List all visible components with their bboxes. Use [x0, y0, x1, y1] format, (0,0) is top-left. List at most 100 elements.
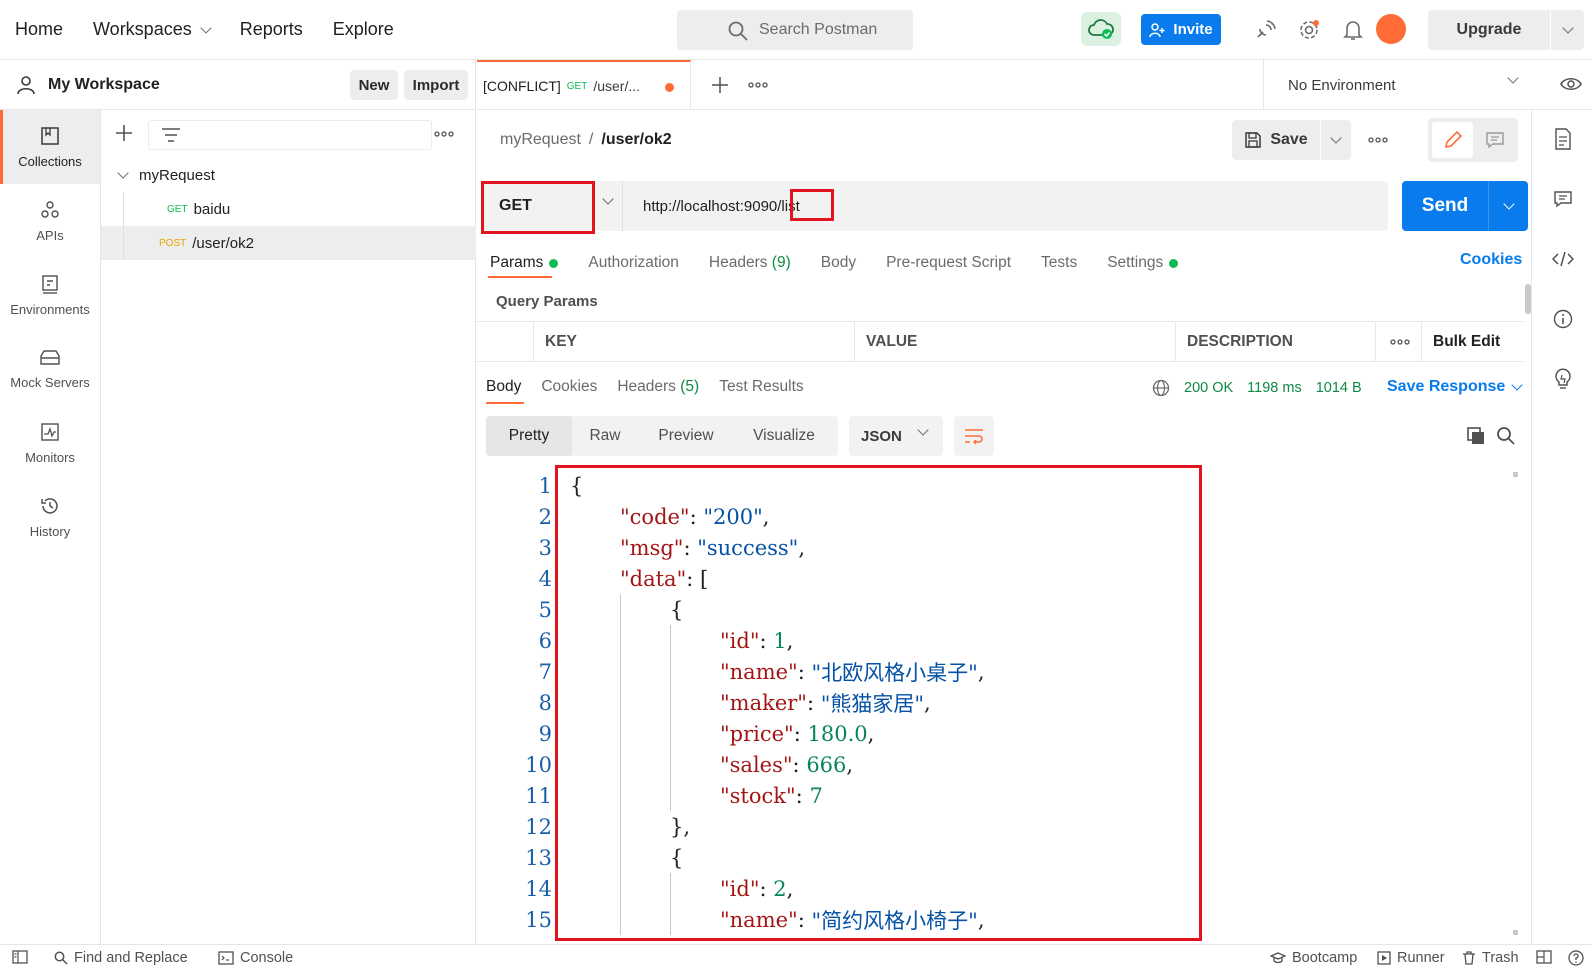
help-button[interactable] [1568, 950, 1584, 966]
tab-test-results[interactable]: Test Results [719, 378, 803, 396]
send-dropdown[interactable] [1489, 198, 1528, 210]
tab-settings[interactable]: Settings [1107, 254, 1179, 272]
nav-reports[interactable]: Reports [240, 19, 303, 40]
tab-response-cookies[interactable]: Cookies [541, 378, 597, 396]
two-pane-toggle[interactable] [1536, 950, 1552, 964]
notifications-button[interactable] [1340, 17, 1366, 43]
eye-icon[interactable] [1560, 75, 1582, 93]
code-line: 12}, [486, 811, 690, 842]
info-button[interactable] [1550, 306, 1576, 332]
runner-button[interactable]: Runner [1377, 950, 1445, 966]
satellite-button[interactable] [1252, 17, 1278, 43]
format-preview[interactable]: Preview [638, 416, 734, 456]
tab-label: Headers [617, 378, 676, 395]
sidebar-item-history[interactable]: History [0, 480, 100, 554]
bootcamp-button[interactable]: Bootcamp [1270, 950, 1357, 966]
tree-item-baidu[interactable]: GET baidu [101, 192, 476, 226]
method-selector[interactable]: GET [481, 181, 623, 231]
find-replace-button[interactable]: Find and Replace [54, 950, 188, 966]
sync-status-button[interactable] [1081, 12, 1121, 46]
collection-folder[interactable]: myRequest [101, 158, 476, 192]
comment-mode-button[interactable] [1476, 122, 1514, 158]
new-button[interactable]: New [350, 70, 398, 100]
code-snippet-button[interactable] [1550, 246, 1576, 272]
new-tab-plus-icon[interactable] [711, 76, 729, 94]
tab-pre-request-script[interactable]: Pre-request Script [886, 254, 1011, 272]
layout-icon [1536, 950, 1552, 964]
tab-authorization[interactable]: Authorization [588, 254, 678, 272]
url-input[interactable]: http://localhost:9090/list [643, 181, 800, 231]
code-line: 4 "data": [ [486, 563, 709, 594]
sidebar-item-environments[interactable]: Environments [0, 258, 100, 332]
response-size[interactable]: 1014 B [1316, 380, 1362, 396]
wrap-lines-icon [965, 429, 983, 445]
send-button[interactable]: Send [1402, 181, 1528, 231]
sidebar-item-label: Collections [18, 153, 82, 169]
filter-input[interactable] [148, 120, 432, 150]
language-selector[interactable]: JSON [849, 416, 943, 456]
suggestions-button[interactable] [1550, 366, 1576, 392]
plus-icon[interactable] [115, 124, 133, 142]
more-icon[interactable] [434, 130, 454, 138]
response-body-viewer[interactable]: 1{2 "code": "200", 3 "msg": "success", 4 "dat… [486, 470, 1516, 940]
format-raw[interactable]: Raw [572, 416, 638, 456]
upgrade-dropdown[interactable] [1551, 22, 1584, 34]
code-token: }, [670, 814, 691, 839]
cookies-link[interactable]: Cookies [1460, 251, 1522, 269]
collection-name: myRequest [139, 166, 215, 184]
response-status[interactable]: 200 OK [1184, 380, 1233, 396]
edit-mode-button[interactable] [1432, 122, 1473, 158]
tab-body[interactable]: Body [821, 254, 856, 272]
chevron-down-icon [1507, 72, 1519, 84]
avatar[interactable] [1376, 14, 1406, 44]
column-options[interactable] [1375, 322, 1421, 362]
chevron-down-icon [117, 167, 129, 179]
save-button[interactable]: Save [1232, 120, 1320, 160]
nav-explore[interactable]: Explore [333, 19, 394, 40]
tab-response-headers[interactable]: Headers (5) [617, 378, 699, 396]
console-button[interactable]: Console [218, 950, 293, 966]
wrap-lines-button[interactable] [954, 416, 994, 456]
request-tab[interactable]: [CONFLICT] GET /user/... [477, 60, 691, 110]
tab-params[interactable]: Params [490, 254, 559, 272]
format-pretty[interactable]: Pretty [486, 416, 572, 456]
search-input[interactable]: Search Postman [677, 10, 913, 50]
globe-icon[interactable] [1152, 379, 1170, 397]
copy-icon[interactable] [1466, 426, 1486, 446]
breadcrumb-parent[interactable]: myRequest [500, 131, 581, 149]
code-scroll-bottom[interactable] [1513, 930, 1518, 935]
nav-home[interactable]: Home [15, 19, 63, 40]
active-tab-underline [486, 402, 524, 404]
settings-button[interactable] [1296, 17, 1322, 43]
response-time[interactable]: 1198 ms [1247, 380, 1302, 396]
request-name: baidu [193, 200, 231, 218]
invite-button[interactable]: Invite [1141, 14, 1221, 45]
documentation-button[interactable] [1550, 126, 1576, 152]
toggle-sidebar-button[interactable] [12, 950, 28, 964]
code-scroll-top[interactable] [1513, 472, 1518, 477]
column-header-value: VALUE [854, 322, 1175, 362]
tab-response-body[interactable]: Body [486, 378, 521, 396]
more-icon[interactable] [748, 81, 768, 89]
gear-icon [1300, 20, 1319, 39]
import-button[interactable]: Import [404, 70, 468, 100]
tree-item-user-ok2[interactable]: POST /user/ok2 [101, 226, 476, 260]
comments-button[interactable] [1550, 186, 1576, 212]
tab-headers[interactable]: Headers (9) [709, 254, 791, 272]
sidebar-item-apis[interactable]: APIs [0, 184, 100, 258]
save-dropdown[interactable] [1321, 120, 1351, 160]
more-icon[interactable] [1368, 136, 1388, 144]
format-visualize[interactable]: Visualize [734, 416, 834, 456]
trash-button[interactable]: Trash [1462, 950, 1519, 966]
save-response-button[interactable]: Save Response [1387, 378, 1523, 396]
nav-workspaces[interactable]: Workspaces [93, 19, 212, 40]
sidebar-item-mock-servers[interactable]: Mock Servers [0, 332, 100, 406]
upgrade-button[interactable]: Upgrade [1428, 10, 1584, 50]
sidebar-item-collections[interactable]: Collections [0, 110, 100, 184]
search-icon[interactable] [1496, 426, 1516, 446]
bulk-edit-button[interactable]: Bulk Edit [1421, 322, 1521, 362]
tab-tests[interactable]: Tests [1041, 254, 1077, 272]
breadcrumb-current[interactable]: /user/ok2 [601, 131, 671, 149]
sidebar-item-monitors[interactable]: Monitors [0, 406, 100, 480]
environment-selector[interactable]: No Environment [1263, 60, 1541, 110]
